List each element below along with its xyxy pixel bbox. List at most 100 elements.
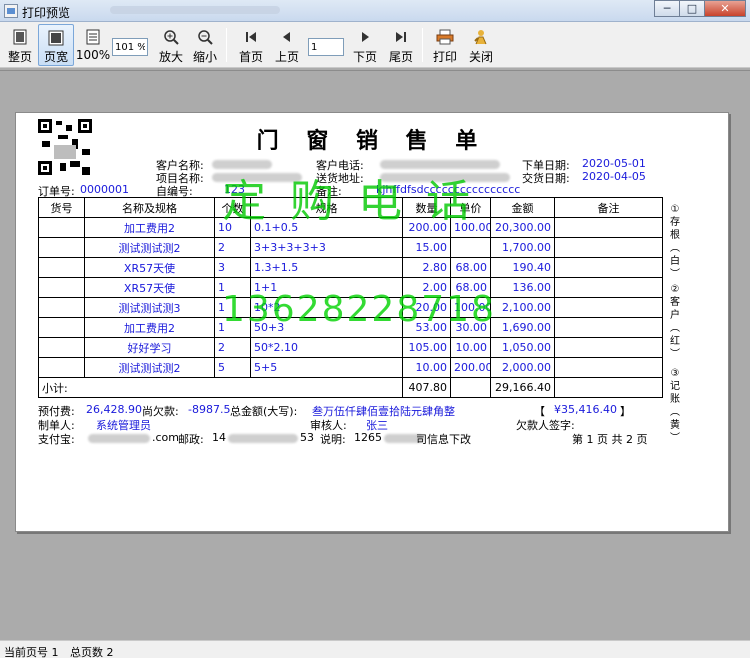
maximize-button[interactable]: □ — [679, 0, 705, 17]
total-caps-label: 总金额(大写): — [230, 405, 298, 418]
next-page-label: 下页 — [352, 50, 377, 64]
cell-name: 加工费用2 — [84, 317, 215, 338]
print-button[interactable]: 打印 — [430, 24, 460, 66]
app-icon — [4, 4, 18, 18]
note-label: 说明: — [320, 433, 346, 446]
zoom-in-icon — [162, 28, 180, 46]
zoom-out-button[interactable]: 缩小 — [190, 24, 220, 66]
whole-page-button[interactable]: 整页 — [4, 24, 36, 66]
whole-page-label: 整页 — [7, 50, 32, 64]
window-title: 打印预览 — [22, 6, 71, 20]
cell-code — [38, 217, 85, 238]
close-person-icon — [472, 28, 490, 46]
cell-code — [38, 257, 85, 278]
redacted-alipay — [88, 434, 150, 443]
cell-name: 测试测试测3 — [84, 297, 215, 318]
printer-icon — [436, 28, 454, 46]
cell-count: 2 — [214, 337, 251, 358]
zoom-input[interactable] — [112, 38, 148, 56]
cell-name: XR57天使 — [84, 257, 215, 278]
first-page-button[interactable]: 首页 — [236, 24, 266, 66]
subtotal-row: 小计: 407.80 29,166.40 — [38, 377, 663, 398]
zoom-out-label: 缩小 — [192, 50, 217, 64]
cell-name: XR57天使 — [84, 277, 215, 298]
cell-name: 加工费用2 — [84, 217, 215, 238]
page-number-input[interactable] — [308, 38, 344, 56]
close-window-button[interactable]: ✕ — [704, 0, 746, 17]
table-row: 测试测试测2 5 5+5 10.00 200.00 2,000.00 — [38, 357, 663, 378]
page-width-button[interactable]: 页宽 — [38, 24, 74, 66]
close-button[interactable]: 关闭 — [466, 24, 496, 66]
order-no-value: 0000001 — [80, 183, 129, 196]
close-label: 关闭 — [468, 50, 493, 64]
alipay-label: 支付宝: — [38, 433, 75, 446]
table-row: XR57天使 3 1.3+1.5 2.80 68.00 190.40 — [38, 257, 663, 278]
debtor-signature-label: 欠款人签字: — [516, 419, 575, 432]
cell-count: 3 — [214, 257, 251, 278]
prev-page-label: 上页 — [274, 50, 299, 64]
column-header: 备注 — [554, 197, 663, 218]
status-total-pages: 总页数 2 — [70, 646, 114, 658]
cell-qty: 10.00 — [402, 357, 451, 378]
redacted-postcode — [228, 434, 298, 443]
cell-note — [554, 237, 663, 258]
delivery-date-value: 2020-04-05 — [582, 170, 646, 183]
cell-price: 200.00 — [450, 357, 491, 378]
zoom-100-button[interactable]: 100% — [75, 24, 111, 66]
cell-amount: 136.00 — [490, 277, 555, 298]
cell-amount: 1,690.00 — [490, 317, 555, 338]
total-value: ¥35,416.40 — [554, 403, 617, 416]
minimize-button[interactable]: ─ — [654, 0, 680, 17]
cell-note — [554, 277, 663, 298]
column-header: 金额 — [490, 197, 555, 218]
cell-spec: 5+5 — [250, 357, 403, 378]
zoom-in-button[interactable]: 放大 — [156, 24, 186, 66]
cell-qty: 15.00 — [402, 237, 451, 258]
last-page-icon — [392, 28, 410, 46]
zoom-out-icon — [196, 28, 214, 46]
toolbar-separator — [422, 28, 423, 62]
maker-value: 系统管理员 — [96, 419, 151, 432]
last-page-button[interactable]: 尾页 — [386, 24, 416, 66]
table-row: 好好学习 2 50*2.10 105.00 10.00 1,050.00 — [38, 337, 663, 358]
total-bracket-close: 】 — [620, 405, 631, 418]
zoom-100-icon — [84, 28, 102, 46]
cell-count: 2 — [214, 237, 251, 258]
title-bar: 打印预览 ─ □ ✕ — [0, 0, 750, 22]
alipay-suffix: .com — [152, 431, 179, 444]
cell-amount: 2,100.00 — [490, 297, 555, 318]
watermark-phone-number: 13628228718 — [222, 289, 496, 330]
side-label-stub: ① 存根 ︵ 白 ︶ — [670, 204, 680, 280]
next-page-button[interactable]: 下页 — [350, 24, 380, 66]
cell-spec: 3+3+3+3+3 — [250, 237, 403, 258]
cell-spec: 1.3+1.5 — [250, 257, 403, 278]
side-label-customer: ② 客户 ︵ 红 ︶ — [670, 284, 680, 360]
cell-amount: 20,300.00 — [490, 217, 555, 238]
subtotal-label: 小计: — [38, 377, 403, 398]
cell-note — [554, 337, 663, 358]
next-page-icon — [356, 28, 374, 46]
subtotal-qty: 407.80 — [402, 377, 451, 398]
whole-page-icon — [11, 28, 29, 46]
prev-page-button[interactable]: 上页 — [272, 24, 302, 66]
cell-amount: 1,050.00 — [490, 337, 555, 358]
prev-page-icon — [278, 28, 296, 46]
cell-code — [38, 297, 85, 318]
cell-code — [38, 277, 85, 298]
cell-name: 好好学习 — [84, 337, 215, 358]
cell-note — [554, 297, 663, 318]
cell-name: 测试测试测2 — [84, 237, 215, 258]
cell-amount: 190.40 — [490, 257, 555, 278]
last-page-label: 尾页 — [388, 50, 413, 64]
watermark-order-phone: 定购电话 — [222, 176, 494, 227]
cell-note — [554, 217, 663, 238]
order-date-value: 2020-05-01 — [582, 157, 646, 170]
cell-qty: 105.00 — [402, 337, 451, 358]
status-current-page: 当前页号 1 — [4, 646, 59, 658]
cell-code — [38, 237, 85, 258]
cell-qty: 2.80 — [402, 257, 451, 278]
postcode-suffix: 53 — [300, 431, 314, 444]
window-controls: ─ □ ✕ — [654, 0, 746, 18]
cell-amount: 2,000.00 — [490, 357, 555, 378]
zoom-100-label: 100% — [75, 48, 111, 62]
